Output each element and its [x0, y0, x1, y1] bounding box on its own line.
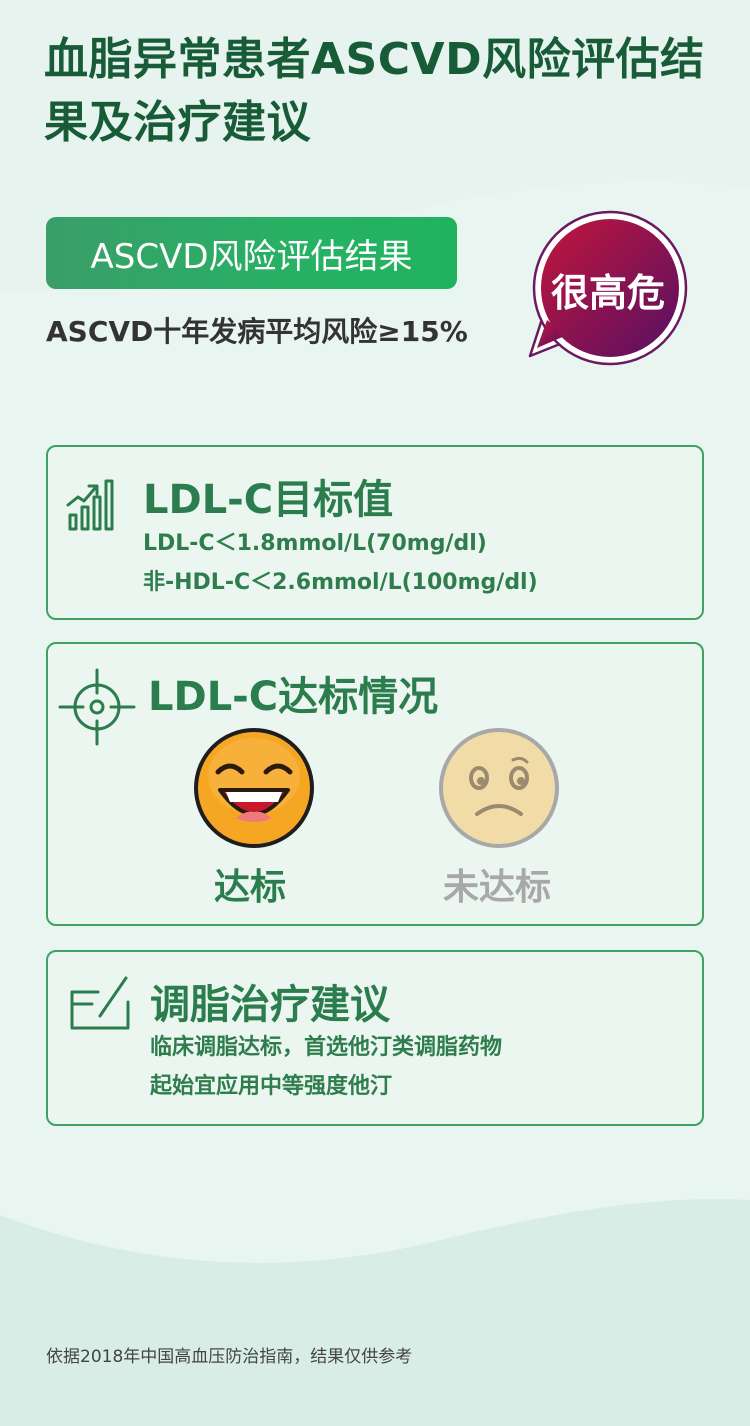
ldl-target-title: LDL-C目标值: [143, 477, 394, 523]
treatment-advice-title: 调脂治疗建议: [150, 982, 390, 1028]
achieved-label: 达标: [214, 867, 287, 908]
risk-description: ASCVD十年发病平均风险≥15%: [46, 315, 468, 348]
edit-note-icon: [70, 976, 130, 1030]
ldl-status-card: LDL-C达标情况 达标 未达标: [46, 642, 704, 926]
not-achieved-label: 未达标: [443, 867, 552, 908]
sad-face-icon[interactable]: [437, 726, 561, 850]
bar-chart-growth-icon: [66, 479, 114, 531]
target-crosshair-icon: [58, 668, 136, 746]
ldl-target-line-2: 非-HDL-C＜2.6mmol/L(100mg/dl): [143, 570, 538, 595]
page-title: 血脂异常患者ASCVD风险评估结果及治疗建议: [44, 34, 705, 148]
treatment-advice-card: 调脂治疗建议 临床调脂达标，首选他汀类调脂药物 起始宜应用中等强度他汀: [46, 950, 704, 1126]
risk-level-label: 很高危: [550, 271, 665, 315]
ldl-status-title: LDL-C达标情况: [148, 674, 439, 720]
ldl-target-line-1: LDL-C＜1.8mmol/L(70mg/dl): [143, 531, 487, 556]
footer-note: 依据2018年中国高血压防治指南，结果仅供参考: [46, 1347, 413, 1367]
treatment-advice-line-2: 起始宜应用中等强度他汀: [150, 1074, 393, 1099]
treatment-advice-line-1: 临床调脂达标，首选他汀类调脂药物: [150, 1035, 503, 1060]
assessment-result-pill: ASCVD风险评估结果: [46, 217, 457, 289]
ldl-target-card: LDL-C目标值 LDL-C＜1.8mmol/L(70mg/dl) 非-HDL-…: [46, 445, 704, 620]
happy-face-icon[interactable]: [192, 726, 316, 850]
assessment-result-label: ASCVD风险评估结果: [90, 236, 413, 277]
